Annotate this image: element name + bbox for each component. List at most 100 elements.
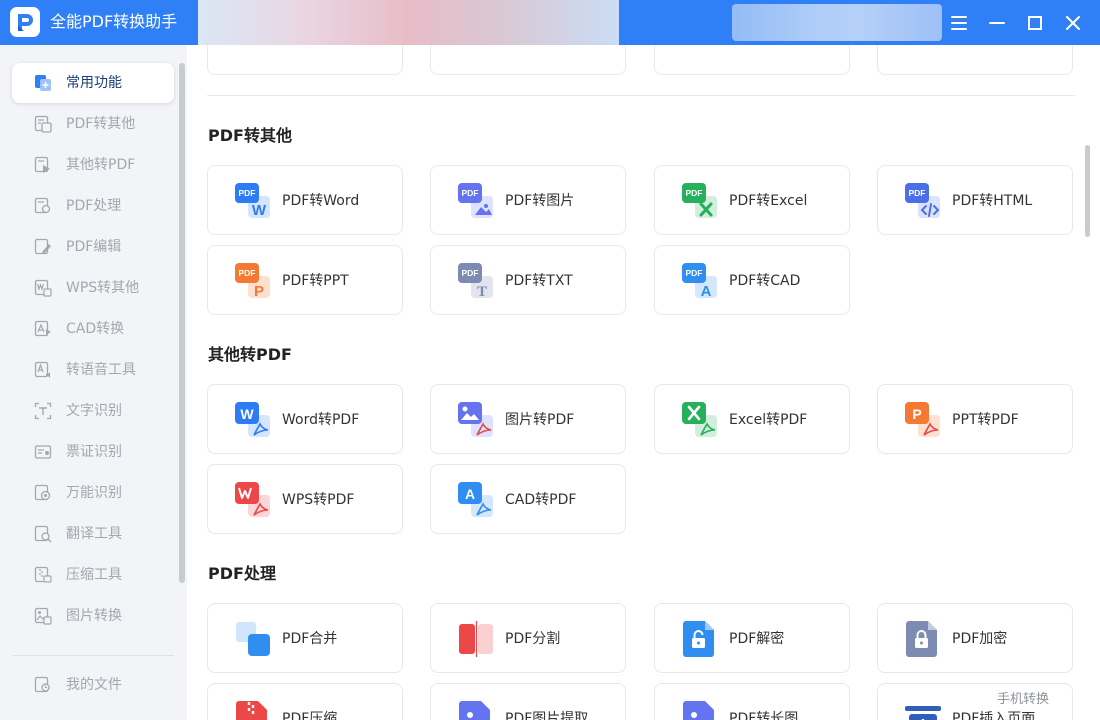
card-excel-to-pdf[interactable]: Excel转PDF xyxy=(654,384,850,454)
previous-card[interactable] xyxy=(207,45,403,75)
previous-card[interactable] xyxy=(430,45,626,75)
card-pdf-image-extract[interactable]: PDF图片提取 xyxy=(430,683,626,720)
sidebar-item-translate[interactable]: 翻译工具 xyxy=(12,514,174,554)
sidebar: 常用功能 PDF转其他 其他转PDF PDF处理 PDF编辑 WPS转其他 CA… xyxy=(0,45,187,720)
sidebar-item-pdf-edit[interactable]: PDF编辑 xyxy=(12,227,174,267)
card-label: CAD转PDF xyxy=(505,492,577,508)
minimize-icon[interactable] xyxy=(983,9,1011,37)
sidebar-item-label: 票证识别 xyxy=(66,444,122,460)
card-pdf-long-image[interactable]: PDF转长图 xyxy=(654,683,850,720)
card-label: PDF转图片 xyxy=(505,193,575,209)
card-label: PDF转Excel xyxy=(729,193,808,209)
card-label: PDF转TXT xyxy=(505,273,573,289)
svg-text:P: P xyxy=(912,406,921,422)
card-label: PDF转PPT xyxy=(282,273,349,289)
voice-tool-icon xyxy=(34,361,52,379)
app-logo-icon xyxy=(10,7,40,37)
sidebar-item-common[interactable]: 常用功能 xyxy=(12,63,174,103)
svg-text:PDF: PDF xyxy=(239,188,256,198)
card-pdf-to-cad[interactable]: PDF A PDF转CAD xyxy=(654,245,850,315)
sidebar-scrollbar[interactable] xyxy=(179,63,185,583)
sidebar-item-cad-convert[interactable]: CAD转换 xyxy=(12,309,174,349)
card-image-to-pdf[interactable]: 图片转PDF xyxy=(430,384,626,454)
card-pdf-decrypt[interactable]: PDF解密 xyxy=(654,603,850,673)
sidebar-item-label: 转语音工具 xyxy=(66,362,136,378)
svg-text:PDF: PDF xyxy=(462,188,479,198)
card-pdf-to-word[interactable]: PDF W PDF转Word xyxy=(207,165,403,235)
card-label: PDF解密 xyxy=(729,631,785,647)
sidebar-item-label: 压缩工具 xyxy=(66,567,122,583)
previous-card[interactable] xyxy=(877,45,1073,75)
card-pdf-to-html[interactable]: PDF PDF转HTML xyxy=(877,165,1073,235)
sidebar-item-label: 其他转PDF xyxy=(66,157,136,173)
wps-convert-icon xyxy=(34,279,52,297)
close-icon[interactable] xyxy=(1059,9,1087,37)
sidebar-item-ticket-ocr[interactable]: 票证识别 xyxy=(12,432,174,472)
card-pdf-to-txt[interactable]: PDF T PDF转TXT xyxy=(430,245,626,315)
compress-icon xyxy=(34,566,52,584)
image-convert-icon xyxy=(34,607,52,625)
sidebar-item-my-files[interactable]: 我的文件 xyxy=(12,665,174,705)
card-word-to-pdf[interactable]: W Word转PDF xyxy=(207,384,403,454)
to-pdf-icon xyxy=(34,156,52,174)
card-pdf-to-excel[interactable]: PDF PDF转Excel xyxy=(654,165,850,235)
text-ocr-icon xyxy=(34,402,52,420)
card-pdf-to-image[interactable]: PDF PDF转图片 xyxy=(430,165,626,235)
section-title-pdf-process: PDF处理 xyxy=(208,564,276,583)
sidebar-item-pdf-to-other[interactable]: PDF转其他 xyxy=(12,104,174,144)
main-scrollbar[interactable] xyxy=(1085,145,1090,237)
blurred-account-area[interactable] xyxy=(732,4,942,41)
maximize-icon[interactable] xyxy=(1021,9,1049,37)
title-bar: 全能PDF转换助手 xyxy=(0,0,1100,45)
sidebar-item-label: 翻译工具 xyxy=(66,526,122,542)
pdf-process-icon xyxy=(34,197,52,215)
svg-text:PDF: PDF xyxy=(686,268,703,278)
card-ppt-to-pdf[interactable]: P PPT转PDF xyxy=(877,384,1073,454)
sidebar-item-label: 我的文件 xyxy=(66,677,122,693)
sidebar-item-label: PDF转其他 xyxy=(66,116,136,132)
mobile-convert-link[interactable]: 手机转换 xyxy=(995,692,1052,708)
card-pdf-encrypt[interactable]: PDF加密 xyxy=(877,603,1073,673)
card-pdf-merge[interactable]: PDF合并 xyxy=(207,603,403,673)
card-pdf-split[interactable]: PDF分割 xyxy=(430,603,626,673)
sidebar-item-voice-tool[interactable]: 转语音工具 xyxy=(12,350,174,390)
sidebar-item-text-ocr[interactable]: 文字识别 xyxy=(12,391,174,431)
main-content: PDF转其他 PDF W PDF转Word PDF PDF转图片 PDF PDF转… xyxy=(187,45,1100,720)
pdf-image-extract-icon xyxy=(457,700,495,720)
card-pdf-compress[interactable]: PDF压缩 xyxy=(207,683,403,720)
sidebar-item-image-convert[interactable]: 图片转换 xyxy=(12,596,174,636)
sidebar-item-compress[interactable]: 压缩工具 xyxy=(12,555,174,595)
card-label: Word转PDF xyxy=(282,412,360,428)
sidebar-item-other-to-pdf[interactable]: 其他转PDF xyxy=(12,145,174,185)
svg-text:PDF: PDF xyxy=(239,268,256,278)
svg-text:A: A xyxy=(701,283,712,300)
card-label: WPS转PDF xyxy=(282,492,355,508)
card-label: PDF转Word xyxy=(282,193,360,209)
word-to-pdf-icon: W xyxy=(234,401,272,439)
previous-card[interactable] xyxy=(654,45,850,75)
sidebar-item-label: PDF编辑 xyxy=(66,239,122,255)
menu-icon[interactable] xyxy=(945,9,973,37)
pdf-convert-icon xyxy=(34,115,52,133)
cad-convert-icon xyxy=(34,320,52,338)
card-label: PDF图片提取 xyxy=(505,711,589,720)
sidebar-item-label: 常用功能 xyxy=(66,75,122,91)
card-wps-to-pdf[interactable]: WPS转PDF xyxy=(207,464,403,534)
svg-text:P: P xyxy=(254,283,264,300)
sidebar-divider xyxy=(12,655,174,656)
card-pdf-to-ppt[interactable]: PDF P PDF转PPT xyxy=(207,245,403,315)
sidebar-item-wps-to-other[interactable]: WPS转其他 xyxy=(12,268,174,308)
sidebar-item-label: WPS转其他 xyxy=(66,280,140,296)
pdf-to-cad-icon: PDF A xyxy=(681,262,719,300)
card-label: PDF分割 xyxy=(505,631,561,647)
svg-text:PDF: PDF xyxy=(909,188,926,198)
svg-text:W: W xyxy=(252,202,267,219)
svg-text:PDF: PDF xyxy=(686,188,703,198)
card-cad-to-pdf[interactable]: A CAD转PDF xyxy=(430,464,626,534)
pdf-to-image-icon: PDF xyxy=(457,182,495,220)
sidebar-item-pdf-process[interactable]: PDF处理 xyxy=(12,186,174,226)
sidebar-item-label: 图片转换 xyxy=(66,608,122,624)
svg-text:PDF: PDF xyxy=(462,268,479,278)
sidebar-item-universal-ocr[interactable]: 万能识别 xyxy=(12,473,174,513)
pdf-to-txt-icon: PDF T xyxy=(457,262,495,300)
